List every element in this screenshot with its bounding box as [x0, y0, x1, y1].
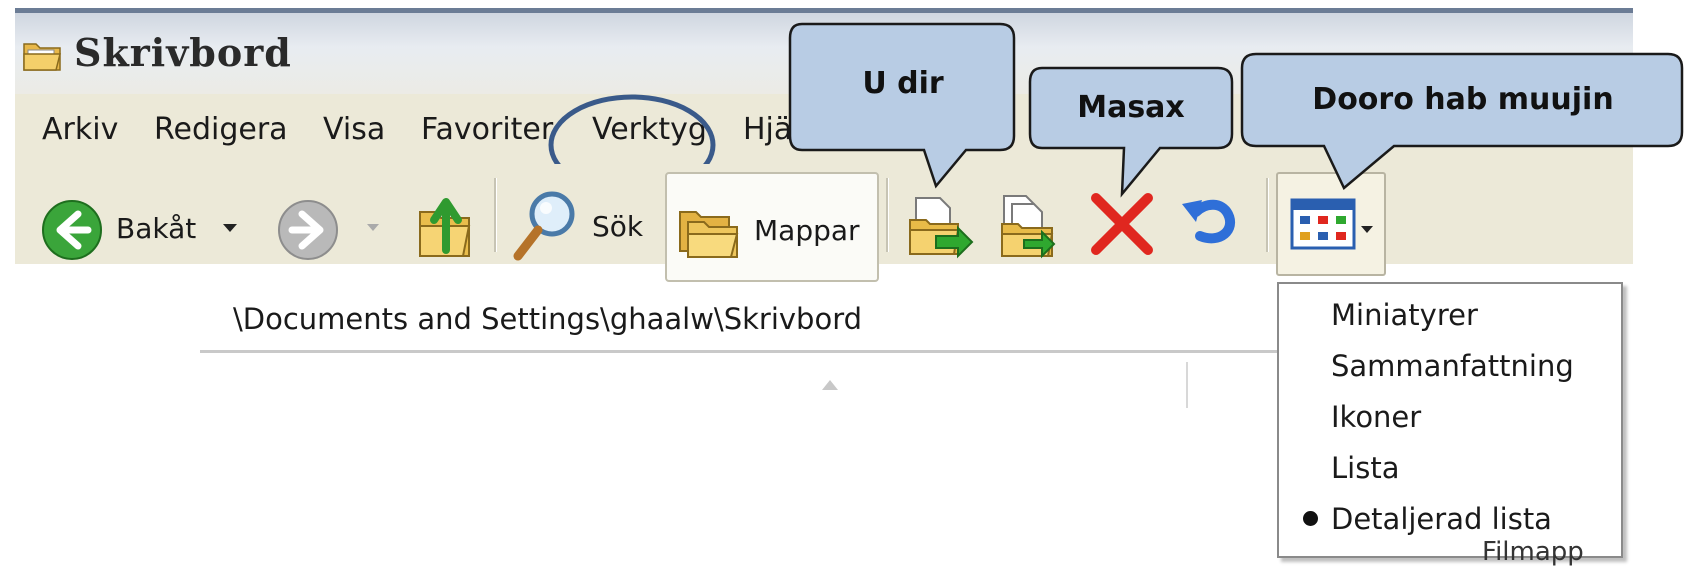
callout-views-text: Dooro hab muujin	[1312, 82, 1614, 117]
sort-ascending-icon	[822, 380, 838, 390]
folders-label: Mappar	[754, 214, 860, 247]
forward-icon[interactable]	[276, 198, 340, 262]
search-button[interactable]: Sök	[592, 210, 643, 243]
folder-icon	[23, 43, 61, 71]
forward-dropdown-icon[interactable]	[366, 222, 380, 232]
view-option-lista[interactable]: Lista	[1331, 451, 1399, 485]
callout-move-to	[788, 22, 1016, 189]
menu-item-arkiv[interactable]: Arkiv	[42, 112, 118, 147]
view-option-miniatyrer[interactable]: Miniatyrer	[1331, 298, 1478, 332]
callout-delete-text: Masax	[1077, 90, 1185, 125]
views-icon	[1290, 198, 1356, 250]
selected-bullet-icon	[1303, 511, 1318, 526]
copy-to-icon[interactable]	[996, 190, 1066, 260]
views-dropdown-icon[interactable]	[1360, 224, 1374, 234]
view-option-ikoner[interactable]: Ikoner	[1331, 400, 1421, 434]
back-button[interactable]: Bakåt	[116, 212, 196, 245]
move-to-icon[interactable]	[906, 190, 976, 260]
column-separator	[1186, 362, 1188, 408]
back-dropdown-icon[interactable]	[222, 222, 238, 234]
toolbar-separator	[494, 178, 497, 252]
address-path[interactable]: \Documents and Settings\ghaalw\Skrivbord	[233, 302, 862, 336]
menu-item-favoriter[interactable]: Favoriter	[421, 112, 553, 147]
view-option-detaljerad-lista[interactable]: Detaljerad lista	[1331, 502, 1552, 536]
undo-icon[interactable]	[1176, 190, 1244, 258]
back-icon[interactable]	[40, 198, 104, 262]
file-list-item[interactable]: Filmapp	[1482, 537, 1584, 567]
search-icon[interactable]	[508, 186, 580, 264]
view-option-sammanfattning[interactable]: Sammanfattning	[1331, 349, 1574, 383]
window-title: Skrivbord	[74, 30, 292, 75]
menu-item-visa[interactable]: Visa	[323, 112, 385, 147]
callout-delete	[1028, 66, 1234, 198]
menu-item-redigera[interactable]: Redigera	[154, 112, 288, 147]
callout-move-to-text: U dir	[862, 66, 944, 101]
delete-icon[interactable]	[1088, 190, 1156, 258]
folders-icon	[679, 211, 739, 258]
up-folder-icon[interactable]	[414, 190, 476, 262]
callout-views	[1240, 52, 1684, 190]
